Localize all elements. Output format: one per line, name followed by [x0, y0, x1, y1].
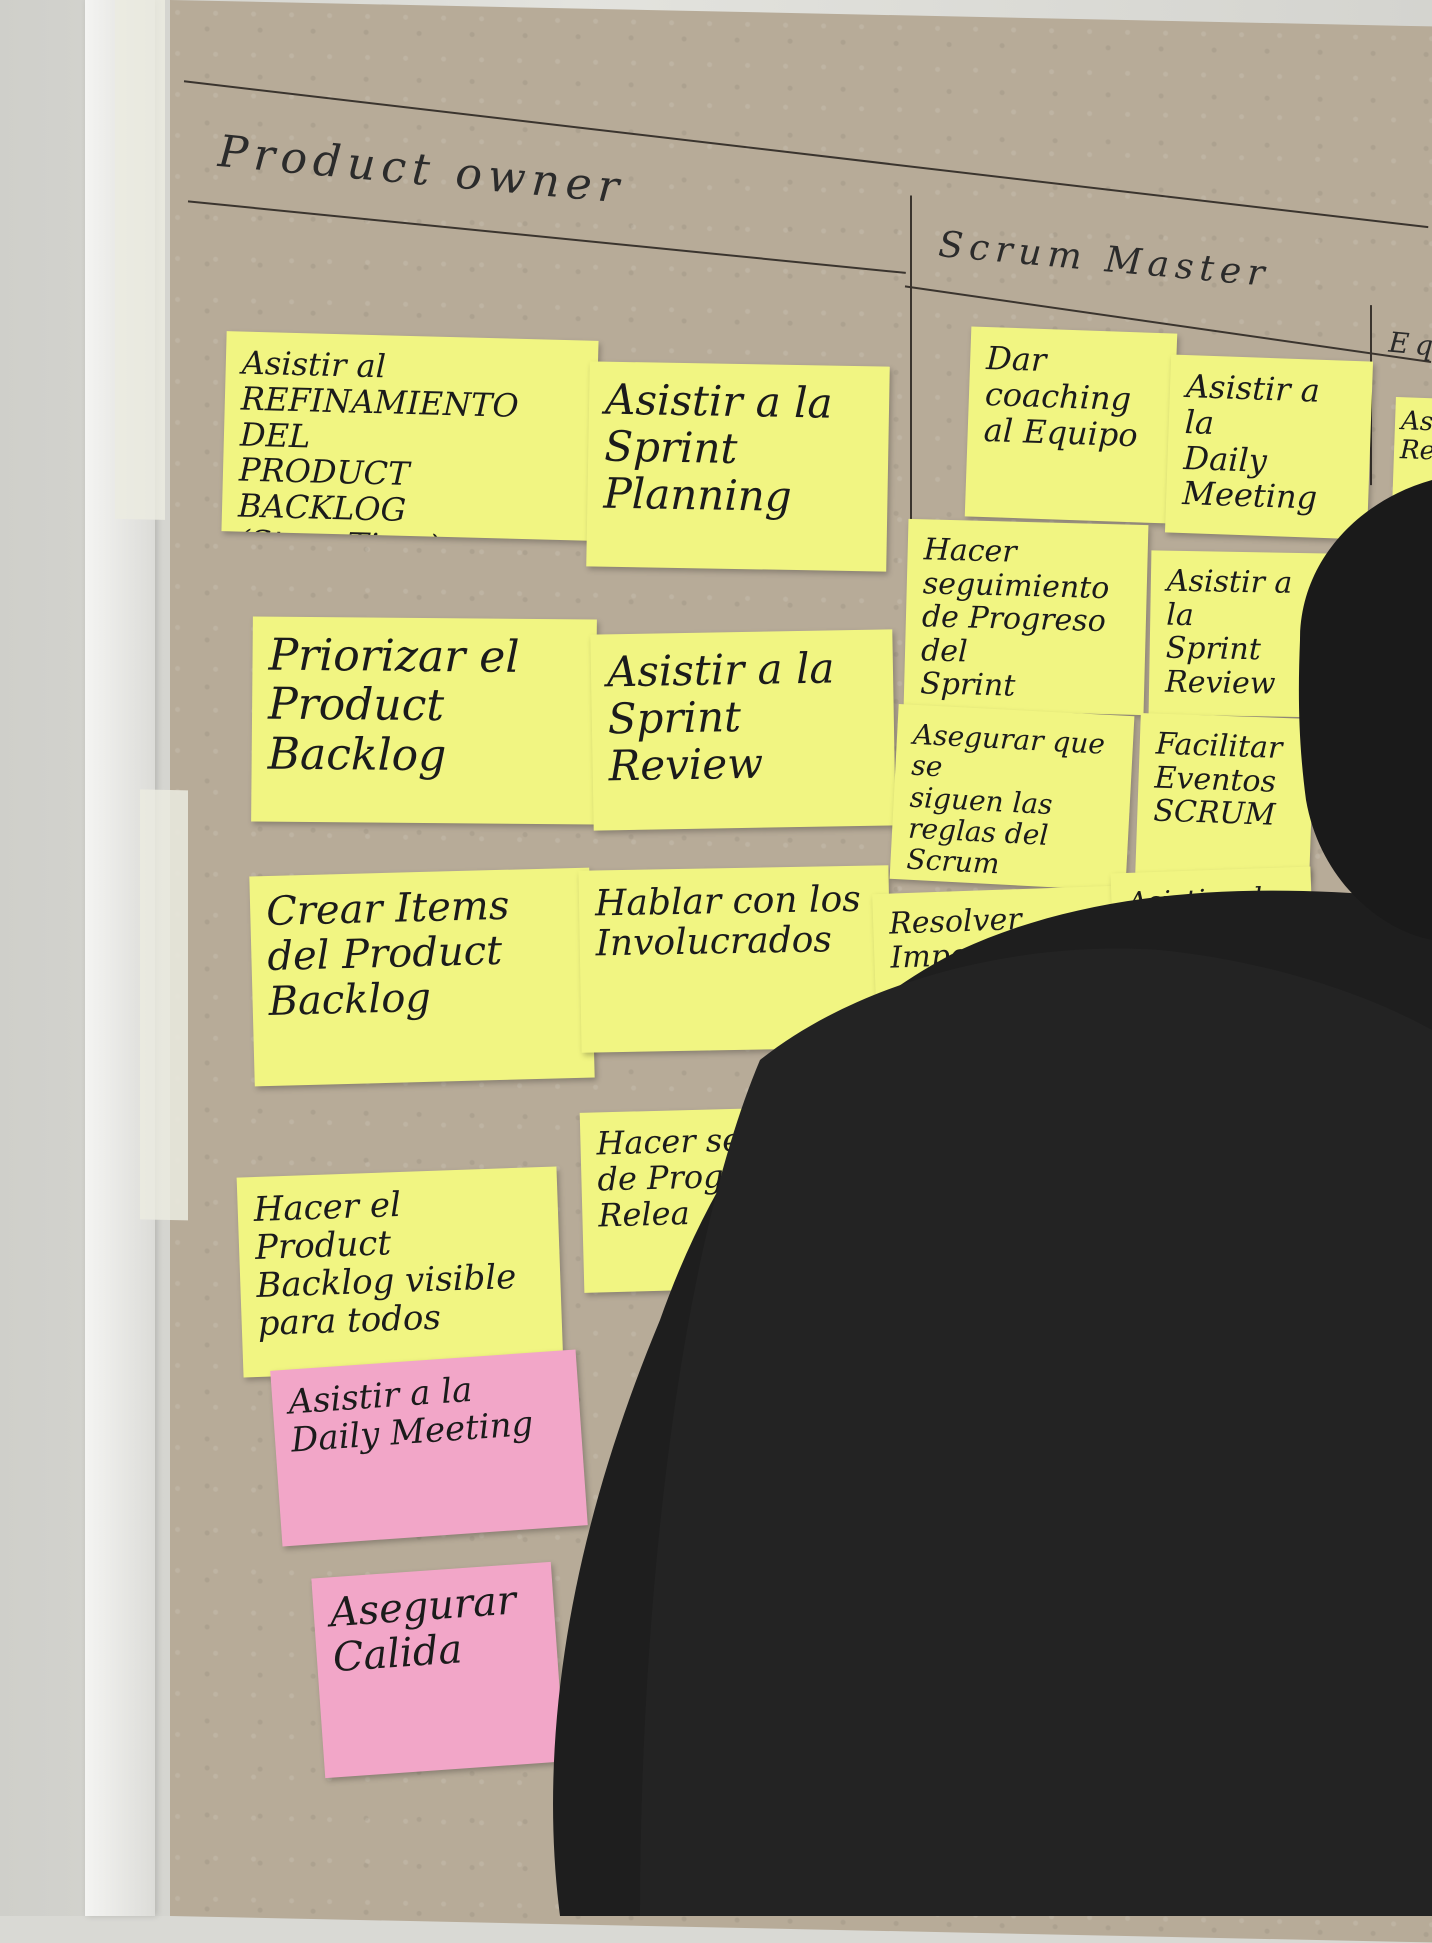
- sticky-note-po-quality: Asegurar Calida: [311, 1561, 565, 1779]
- sticky-note-po-create-items: Crear Items del Product Backlog: [249, 867, 595, 1087]
- masking-tape-top: [115, 0, 165, 520]
- sticky-note-po-sprint-planning: Asistir a la Sprint Planning: [586, 361, 890, 572]
- sticky-note-team-partial: As Re: [1392, 396, 1432, 510]
- sticky-note-po-backlog-visible: Hacer el Product Backlog visible para to…: [236, 1166, 564, 1378]
- sticky-note-sm-scrum-rules: Asegurar que se siguen las reglas del Sc…: [889, 703, 1135, 892]
- sticky-note-sm-impediments: Resolver Impedi-: [872, 885, 1116, 1005]
- sticky-note-sm-coaching: Dar coaching al Equipo: [964, 326, 1178, 524]
- product-owner-underline: [187, 200, 906, 274]
- heading-team-partial: Eq: [1387, 325, 1432, 363]
- sticky-note-po-release-progress: Hacer segu de Progre Relea: [579, 1107, 805, 1293]
- sticky-note-sm-facilitate-events: Facilitar Eventos SCRUM: [1135, 713, 1315, 879]
- heading-product-owner: Product owner: [216, 126, 627, 214]
- sticky-note-po-prioritize: Priorizar el Product Backlog: [251, 616, 597, 825]
- sticky-note-sm-sprint-review: Asistir a la Sprint Review: [1148, 550, 1336, 718]
- sticky-note-sm-daily-meeting: Asistir a la Daily Meeting: [1164, 354, 1374, 540]
- sticky-note-po-daily-meeting: Asistir a la Daily Meeting: [270, 1349, 588, 1547]
- sticky-note-sm-sprint-progress: Hacer seguimiento de Progreso del Sprint: [903, 518, 1149, 716]
- heading-scrum-master: Scrum Master: [937, 224, 1272, 296]
- sticky-note-po-refinement: Asistir al REFINAMIENTO DEL PRODUCT BACK…: [221, 331, 599, 541]
- sticky-note-po-talk-stakeholders: Hablar con los Involucrados: [578, 865, 892, 1053]
- sticky-note-sm-asistir-partial: Asistir a la: [1110, 866, 1314, 964]
- masking-tape-middle: [140, 789, 188, 1221]
- sticky-note-po-sprint-review: Asistir a la Sprint Review: [590, 629, 896, 831]
